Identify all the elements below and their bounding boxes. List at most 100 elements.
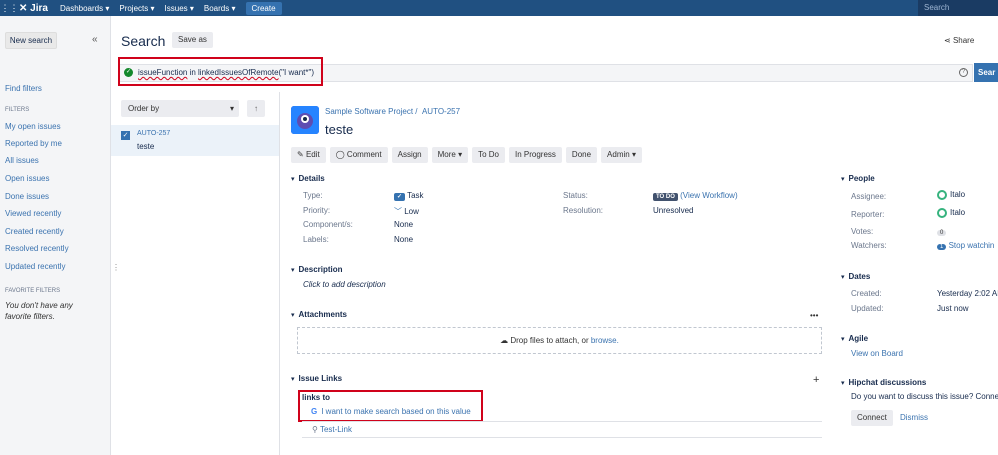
view-on-board-link[interactable]: View on Board: [851, 349, 903, 358]
chevron-down-icon: ▾: [631, 150, 636, 159]
filter-done-issues[interactable]: Done issues: [5, 192, 49, 201]
create-button[interactable]: Create: [245, 1, 282, 15]
favorite-filters-empty-text: You don't have any favorite filters.: [5, 301, 73, 321]
chevron-down-icon: ▾: [189, 3, 194, 13]
logo-text: Jira: [30, 2, 48, 14]
new-search-button[interactable]: New search: [5, 32, 57, 49]
status-label: Status:: [563, 191, 588, 200]
stop-watching-link[interactable]: Stop watchin: [949, 241, 995, 250]
save-as-button[interactable]: Save as: [172, 32, 213, 48]
favorite-filters-heading: FAVORITE FILTERS: [5, 288, 61, 294]
done-button[interactable]: Done: [565, 147, 598, 163]
nav-issues[interactable]: Issues ▾: [165, 4, 194, 13]
find-filters-link[interactable]: Find filters: [5, 84, 42, 93]
labels-value[interactable]: None: [394, 235, 413, 244]
details-heading[interactable]: ▾ Details: [291, 174, 325, 183]
nav-projects[interactable]: Projects ▾: [119, 4, 154, 13]
priority-value: ﹀ Low: [394, 207, 419, 216]
sort-direction-button[interactable]: ↑: [247, 100, 265, 117]
query-help-icon[interactable]: ?: [959, 68, 968, 77]
jql-query-text[interactable]: ✓ issueFunction in linkedIssuesOfRemote(…: [124, 68, 314, 77]
twixie-icon: ▾: [841, 274, 845, 281]
in-progress-button[interactable]: In Progress: [509, 147, 562, 163]
type-value: ✓ Task: [394, 191, 424, 201]
hipchat-prompt: Do you want to discuss this issue? Conne: [851, 392, 998, 401]
issue-links-heading[interactable]: ▾ Issue Links: [291, 374, 342, 383]
nav-boards[interactable]: Boards ▾: [204, 4, 236, 13]
issue-key[interactable]: AUTO-257: [137, 130, 170, 137]
top-navigation-bar: ⋮⋮ ✕ Jira Dashboards ▾ Projects ▾ Issues…: [0, 0, 998, 16]
collapse-sidebar-icon[interactable]: «: [92, 34, 98, 45]
view-workflow-link[interactable]: (View Workflow): [680, 191, 738, 200]
admin-button[interactable]: Admin ▾: [601, 147, 642, 163]
dismiss-link[interactable]: Dismiss: [900, 413, 928, 422]
remote-link[interactable]: I want to make search based on this valu…: [321, 407, 470, 416]
list-item[interactable]: ✓ AUTO-257 teste: [111, 125, 279, 156]
more-options-icon[interactable]: •••: [810, 311, 818, 320]
reporter-value[interactable]: Italo: [937, 208, 965, 218]
watchers-value: 1 Stop watchin: [937, 241, 994, 250]
description-placeholder[interactable]: Click to add description: [303, 280, 386, 289]
global-search-input[interactable]: Search: [918, 0, 998, 16]
resolution-label: Resolution:: [563, 206, 604, 215]
browse-link[interactable]: browse.: [591, 336, 619, 345]
comment-button[interactable]: ◯ Comment: [329, 147, 388, 163]
jira-logo[interactable]: ✕ Jira: [19, 3, 48, 14]
description-heading[interactable]: ▾ Description: [291, 265, 343, 274]
filters-sidebar: New search « Find filters FILTERS My ope…: [0, 16, 111, 455]
filter-updated-recently[interactable]: Updated recently: [5, 262, 65, 271]
connect-button[interactable]: Connect: [851, 410, 893, 426]
priority-label: Priority:: [303, 206, 331, 215]
filter-open-issues[interactable]: Open issues: [5, 174, 49, 183]
avatar: [937, 190, 947, 200]
agile-heading[interactable]: ▾ Agile: [841, 334, 868, 343]
filter-all-issues[interactable]: All issues: [5, 156, 39, 165]
share-button[interactable]: ⋖ Share: [944, 36, 974, 45]
search-button[interactable]: Sear: [974, 63, 998, 82]
nav-dashboards[interactable]: Dashboards ▾: [60, 4, 109, 13]
chevron-down-icon: ▾: [229, 104, 234, 113]
to-do-button[interactable]: To Do: [472, 147, 506, 163]
assign-button[interactable]: Assign: [391, 147, 428, 163]
filter-viewed-recently[interactable]: Viewed recently: [5, 209, 61, 218]
filter-reported-by-me[interactable]: Reported by me: [5, 139, 62, 148]
chevron-down-icon: ▾: [458, 150, 463, 159]
labels-label: Labels:: [303, 235, 329, 244]
page-title: Search: [121, 33, 166, 49]
votes-value[interactable]: 0: [937, 227, 947, 236]
created-value: Yesterday 2:02 AM: [937, 289, 998, 298]
created-label: Created:: [851, 289, 882, 298]
test-link[interactable]: Test-Link: [320, 425, 352, 434]
watchers-label: Watchers:: [851, 241, 887, 250]
attachments-heading[interactable]: ▾ Attachments: [291, 310, 347, 319]
twixie-icon: ▾: [841, 336, 845, 343]
dates-heading[interactable]: ▾ Dates: [841, 272, 870, 281]
more-button[interactable]: More ▾: [431, 147, 469, 163]
issue-summary: teste: [137, 142, 155, 151]
logo-icon: ✕: [19, 2, 28, 14]
people-heading[interactable]: ▾ People: [841, 174, 875, 183]
status-badge: TO DO: [653, 193, 678, 201]
link-divider: [302, 437, 822, 438]
valid-query-icon: ✓: [124, 68, 133, 77]
edit-button[interactable]: ✎ Edit: [291, 147, 326, 163]
order-by-dropdown[interactable]: Order by ▾: [121, 100, 239, 117]
filter-created-recently[interactable]: Created recently: [5, 227, 64, 236]
filters-heading: FILTERS: [5, 107, 30, 113]
assignee-label: Assignee:: [851, 192, 887, 201]
filter-resolved-recently[interactable]: Resolved recently: [5, 244, 69, 253]
issue-title[interactable]: teste: [325, 122, 353, 137]
hipchat-heading[interactable]: ▾ Hipchat discussions: [841, 378, 926, 387]
add-link-icon[interactable]: +: [813, 374, 819, 386]
breadcrumb-issue-key[interactable]: AUTO-257: [422, 107, 460, 116]
components-value[interactable]: None: [394, 220, 413, 229]
filter-my-open-issues[interactable]: My open issues: [5, 122, 61, 131]
breadcrumb-project[interactable]: Sample Software Project: [325, 107, 413, 116]
attachment-dropzone[interactable]: ☁ Drop files to attach, or browse.: [297, 327, 822, 354]
app-switcher-icon[interactable]: ⋮⋮: [1, 2, 19, 15]
chevron-down-icon: ▾: [231, 3, 236, 13]
assignee-value[interactable]: Italo: [937, 190, 965, 200]
test-link-row: ⚲ Test-Link: [312, 425, 352, 434]
project-avatar-icon[interactable]: [291, 106, 319, 134]
updated-label: Updated:: [851, 304, 884, 313]
